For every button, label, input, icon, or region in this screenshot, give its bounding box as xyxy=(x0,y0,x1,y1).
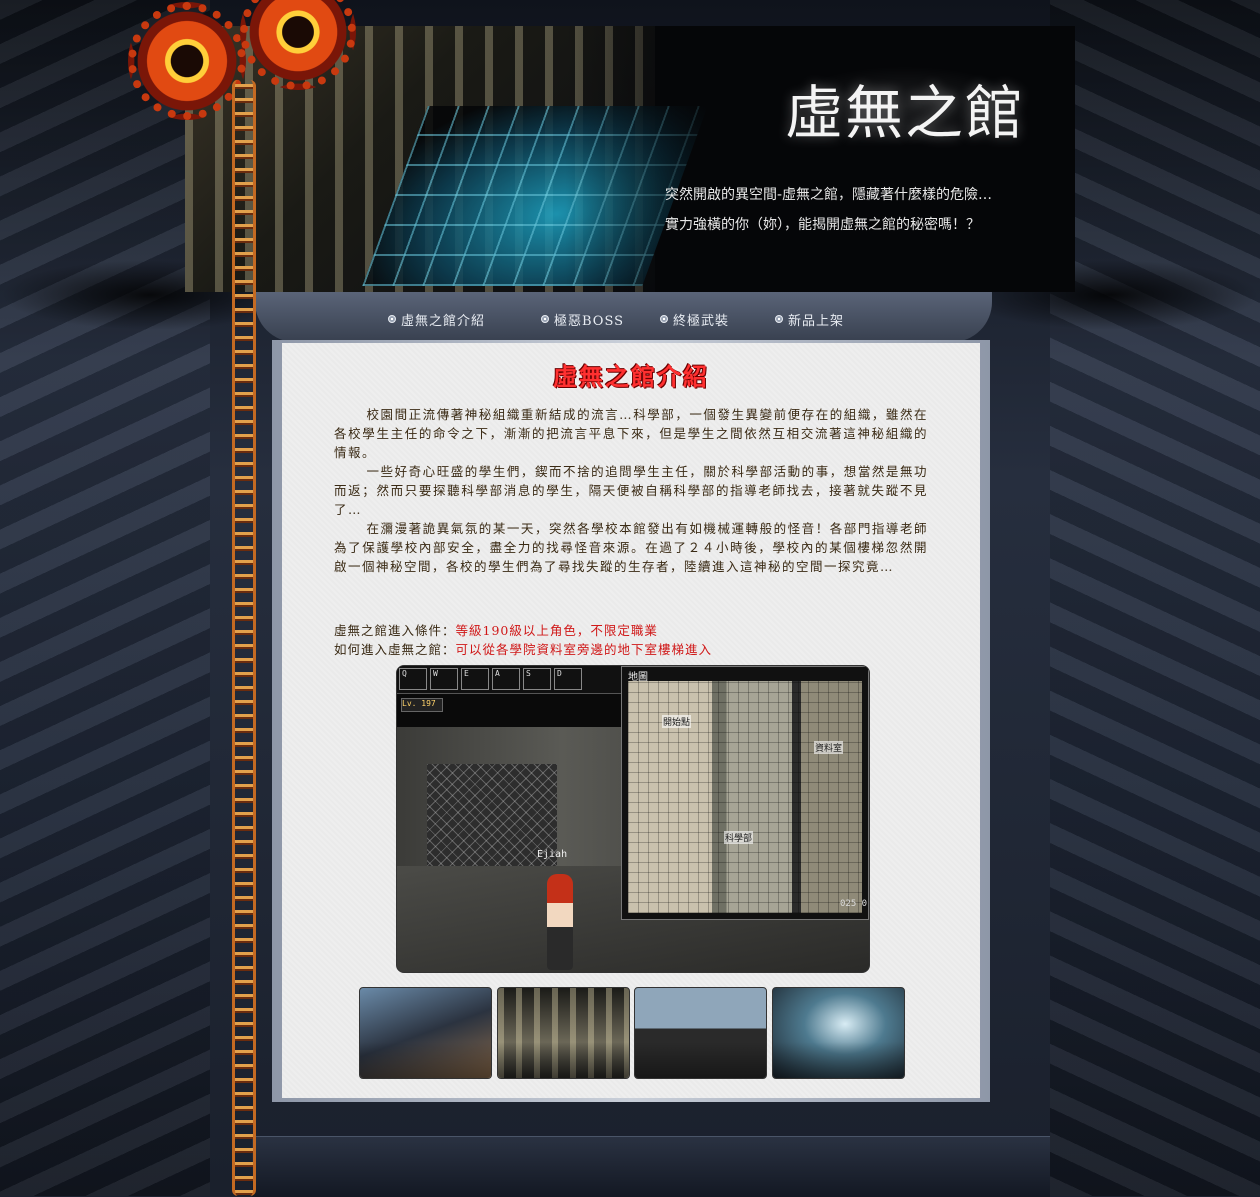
nav-item-label: 極惡BOSS xyxy=(554,313,625,329)
hotkey-slot: Q xyxy=(399,668,427,690)
main-nav: 虛無之館介紹 極惡BOSS 終極武裝 新品上架 xyxy=(255,292,992,342)
intro-text: 校園間正流傳著神秘組織重新結成的流言…科學部，一個發生異變前便存在的組織，雖然在… xyxy=(334,405,928,576)
tagline-line-2: 實力強橫的你（妳），能揭開虛無之館的秘密嗎！？ xyxy=(665,217,980,233)
thumbnail-shade xyxy=(773,988,904,1078)
footer-band xyxy=(252,1136,1050,1197)
game-screenshot: Ejiah Q W E A S D Lv. 197 地圖 開始點 資料室 科學部… xyxy=(396,665,870,973)
intro-paragraph: 校園間正流傳著神秘組織重新結成的流言…科學部，一個發生異變前便存在的組織，雖然在… xyxy=(334,407,928,460)
page-heading: 虛無之館介紹 xyxy=(553,362,709,391)
radio-bullet-icon xyxy=(660,315,668,323)
hotkey-slot: A xyxy=(492,668,520,690)
screenshot-thumbnail[interactable] xyxy=(772,987,905,1079)
hotkey-slot: E xyxy=(461,668,489,690)
intro-paragraph: 在瀰漫著詭異氣氛的某一天，突然各學校本館發出有如機械運轉般的怪音！各部門指導老師… xyxy=(334,521,928,574)
level-indicator: Lv. 197 xyxy=(401,698,443,712)
minimap: 開始點 資料室 科學部 xyxy=(628,681,862,913)
map-label: 開始點 xyxy=(662,715,692,728)
player-character xyxy=(547,874,573,970)
thumbnail-shade xyxy=(635,988,766,1078)
minimap-panel: 地圖 開始點 資料室 科學部 025 0 xyxy=(621,666,869,920)
site-title: 虛無之館 xyxy=(785,66,1025,147)
banner-fade xyxy=(565,26,765,292)
nav-item-label: 終極武裝 xyxy=(673,313,730,329)
nav-item-weapons[interactable]: 終極武裝 xyxy=(660,310,730,329)
content-panel: 虛無之館介紹 校園間正流傳著神秘組織重新結成的流言…科學部，一個發生異變前便存在… xyxy=(282,343,980,1098)
map-label: 科學部 xyxy=(724,831,754,844)
nav-item-boss[interactable]: 極惡BOSS xyxy=(541,310,625,329)
nav-item-label: 虛無之館介紹 xyxy=(401,313,486,329)
hotkey-slot: W xyxy=(430,668,458,690)
nav-item-label: 新品上架 xyxy=(788,313,845,329)
map-code: 025 0 xyxy=(840,899,868,909)
hotkey-slot: D xyxy=(554,668,582,690)
hotkey-slot: S xyxy=(523,668,551,690)
radio-bullet-icon xyxy=(541,315,549,323)
nav-item-intro[interactable]: 虛無之館介紹 xyxy=(388,310,486,329)
condition-label: 如何進入虛無之館： xyxy=(334,642,456,657)
background-left xyxy=(0,0,210,1196)
character-name: Ejiah xyxy=(537,849,568,860)
intro-paragraph: 一些好奇心旺盛的學生們，鍥而不捨的追問學生主任，關於科學部活動的事，想當然是無功… xyxy=(334,464,928,517)
tagline-line-1: 突然開啟的異空間-虛無之館，隱藏著什麼樣的危險… xyxy=(665,187,993,203)
hud-hotkey-bar: Q W E A S D xyxy=(397,666,627,694)
radio-bullet-icon xyxy=(775,315,783,323)
nav-item-new-items[interactable]: 新品上架 xyxy=(775,310,845,329)
screenshot-thumbnail[interactable] xyxy=(497,987,630,1079)
map-label: 資料室 xyxy=(814,741,844,754)
screenshot-thumbnail[interactable] xyxy=(634,987,767,1079)
entry-method: 如何進入虛無之館：可以從各學院資料室旁邊的地下室樓梯進入 xyxy=(334,639,928,658)
background-right xyxy=(1050,0,1260,1196)
condition-label: 虛無之館進入條件： xyxy=(334,623,456,638)
condition-value: 等級190級以上角色，不限定職業 xyxy=(455,623,658,638)
chain-decoration xyxy=(232,80,256,1196)
thumbnail-shade xyxy=(498,988,629,1078)
radio-bullet-icon xyxy=(388,315,396,323)
thumbnail-shade xyxy=(360,988,491,1078)
condition-value: 可以從各學院資料室旁邊的地下室樓梯進入 xyxy=(455,642,713,657)
entry-condition: 虛無之館進入條件：等級190級以上角色，不限定職業 xyxy=(334,620,928,639)
gear-icon xyxy=(128,2,246,120)
screenshot-thumbnail[interactable] xyxy=(359,987,492,1079)
